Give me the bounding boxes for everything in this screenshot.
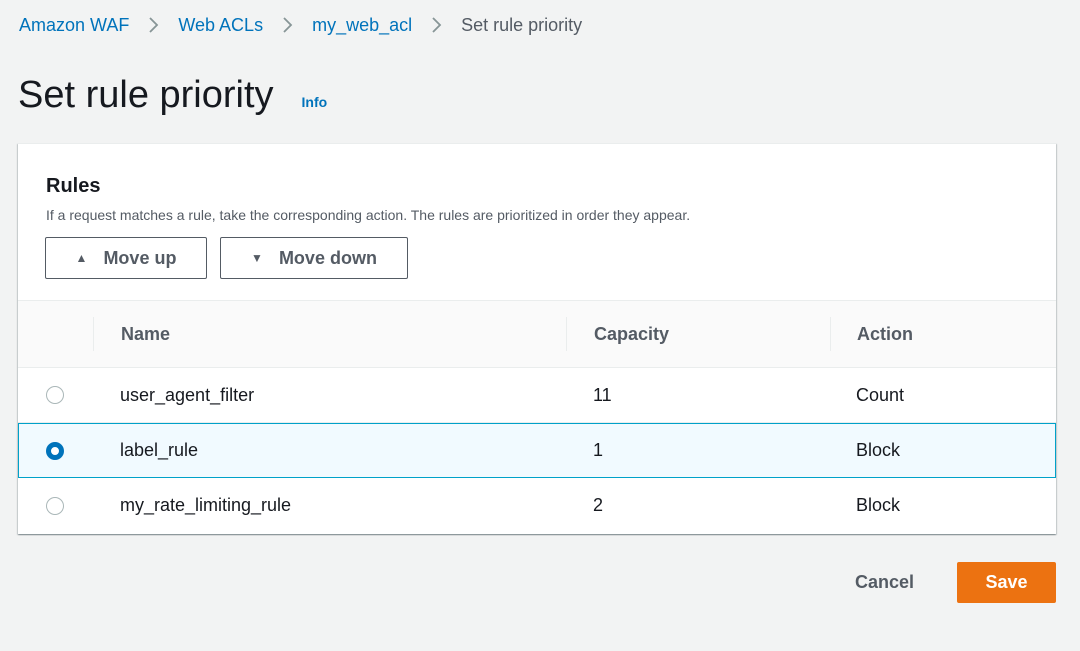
rule-capacity: 2 — [593, 495, 604, 515]
page-header: Set rule priority Info — [18, 72, 327, 118]
table-row[interactable]: label_rule 1 Block — [18, 423, 1056, 478]
move-up-label: Move up — [103, 247, 177, 268]
breadcrumb-web-acls[interactable]: Web ACLs — [178, 13, 263, 37]
table-header: Name Capacity Action — [18, 300, 1056, 368]
chevron-right-icon — [148, 16, 159, 34]
rule-name: user_agent_filter — [120, 384, 255, 405]
column-divider — [830, 317, 831, 351]
breadcrumb: Amazon WAF Web ACLs my_web_acl Set rule … — [19, 13, 582, 37]
rule-action: Count — [856, 384, 905, 405]
triangle-up-icon: ▲ — [75, 251, 88, 265]
rule-name: my_rate_limiting_rule — [120, 495, 292, 515]
breadcrumb-amazon-waf[interactable]: Amazon WAF — [19, 13, 129, 37]
rule-name: label_rule — [120, 440, 199, 460]
chevron-right-icon — [431, 16, 442, 34]
row-radio[interactable] — [46, 386, 64, 404]
rule-action: Block — [856, 440, 901, 460]
rules-panel: Rules If a request matches a rule, take … — [18, 143, 1056, 534]
info-link[interactable]: Info — [302, 94, 328, 110]
rules-panel-description: If a request matches a rule, take the co… — [46, 207, 691, 223]
move-up-button[interactable]: ▲ Move up — [45, 237, 207, 279]
form-actions: Cancel Save — [855, 562, 1056, 603]
move-down-label: Move down — [278, 247, 377, 268]
table-row[interactable]: user_agent_filter 11 Count — [18, 368, 1056, 423]
rule-capacity: 1 — [593, 440, 604, 460]
page-title: Set rule priority — [18, 74, 274, 116]
table-row[interactable]: my_rate_limiting_rule 2 Block — [18, 478, 1056, 533]
rules-panel-header: Rules If a request matches a rule, take … — [18, 144, 1056, 300]
column-divider — [93, 317, 94, 351]
triangle-down-icon: ▼ — [251, 251, 263, 265]
breadcrumb-my-web-acl[interactable]: my_web_acl — [312, 13, 412, 37]
move-down-button[interactable]: ▼ Move down — [220, 237, 408, 279]
column-header-name[interactable]: Name — [121, 301, 170, 367]
breadcrumb-current: Set rule priority — [461, 15, 583, 35]
column-header-capacity[interactable]: Capacity — [594, 301, 669, 367]
chevron-right-icon — [282, 16, 293, 34]
rules-table: Name Capacity Action user_agent_filter 1… — [18, 300, 1056, 533]
rules-panel-title: Rules — [46, 175, 101, 197]
rule-capacity: 11 — [593, 384, 612, 405]
column-header-action[interactable]: Action — [857, 301, 913, 367]
column-divider — [566, 317, 567, 351]
row-radio[interactable] — [46, 441, 64, 460]
cancel-button[interactable]: Cancel — [855, 572, 914, 593]
save-button[interactable]: Save — [957, 562, 1056, 603]
rule-action: Block — [856, 495, 901, 515]
row-radio[interactable] — [46, 496, 64, 515]
